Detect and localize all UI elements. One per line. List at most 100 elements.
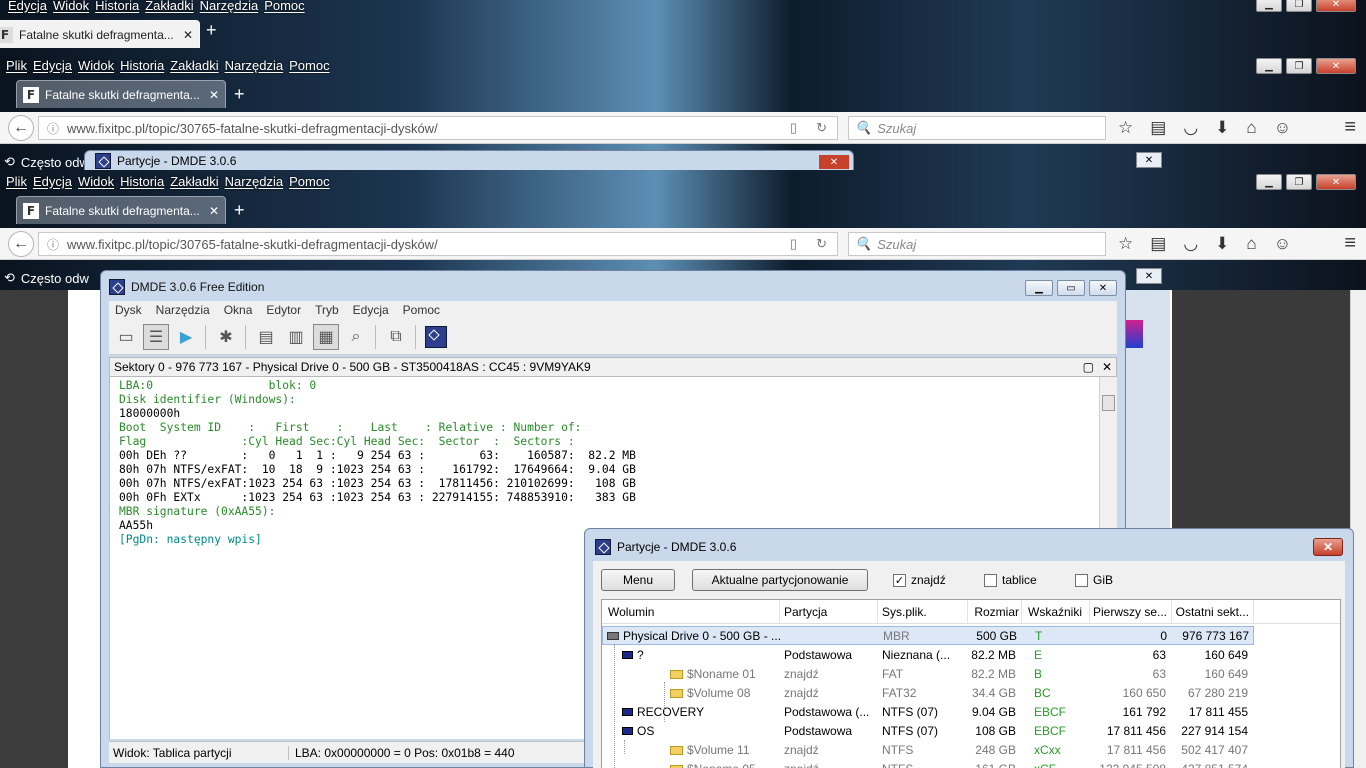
column-header[interactable]: Ostatni sekt... xyxy=(1172,600,1254,623)
tab[interactable]: F Fatalne skutki defragmenta... ✕ xyxy=(16,196,226,224)
table-row[interactable]: $Volume 11 znajdź NTFS 248 GB xCxx 17 811 456… xyxy=(602,740,1254,759)
reader-icon[interactable]: ▯ xyxy=(790,120,797,136)
new-tab-button[interactable]: + xyxy=(234,84,245,105)
menu-narzedzia[interactable]: Narzędzia xyxy=(156,303,210,317)
star-icon[interactable]: ☆ xyxy=(1118,118,1133,138)
dmde-logo-icon[interactable] xyxy=(423,324,449,350)
view-text-icon[interactable]: ▦ xyxy=(313,324,339,350)
star-icon[interactable]: ☆ xyxy=(1118,234,1133,254)
pocket-icon[interactable]: ◡ xyxy=(1183,234,1198,254)
tables-checkbox[interactable]: tablice xyxy=(984,573,1037,587)
menu-item[interactable]: Widok xyxy=(78,58,114,73)
menu-item[interactable]: Edycja xyxy=(33,174,72,189)
new-icon[interactable]: ✱ xyxy=(213,324,239,350)
menu-item[interactable]: Historia xyxy=(120,58,164,73)
menu-dysk[interactable]: Dysk xyxy=(115,303,142,317)
menu-item[interactable]: Widok xyxy=(78,174,114,189)
close-icon[interactable]: ✕ xyxy=(819,155,849,169)
download-icon[interactable]: ⬇ xyxy=(1215,118,1229,138)
bookmarks-icon[interactable]: ▤ xyxy=(1150,118,1166,138)
minimize-button[interactable]: ▁ xyxy=(1256,174,1282,190)
new-tab-button[interactable]: + xyxy=(206,20,217,41)
close-button[interactable]: ✕ xyxy=(1313,538,1343,556)
find-checkbox[interactable]: ✓ znajdź xyxy=(893,573,946,587)
menu-edycja[interactable]: Edycja xyxy=(353,303,389,317)
table-row[interactable]: $Noname 05 znajdźNTFS161 GBxCF122 945 508… xyxy=(602,759,1254,768)
smiley-icon[interactable]: ☺ xyxy=(1274,118,1291,138)
reload-icon[interactable]: ↻ xyxy=(816,236,827,252)
hamburger-menu-icon[interactable]: ≡ xyxy=(1344,116,1356,139)
menu-item[interactable]: Narzędzia xyxy=(225,174,284,189)
bg-window-close[interactable]: ✕ xyxy=(1136,268,1162,284)
menu-edytor[interactable]: Edytor xyxy=(266,303,301,317)
menu-item[interactable]: Historia xyxy=(120,174,164,189)
menu-item[interactable]: Plik xyxy=(6,58,27,73)
menu-item[interactable]: Zakładki xyxy=(170,58,218,73)
search-input[interactable]: 🔍 Szukaj xyxy=(848,232,1106,256)
column-header[interactable]: Wskaźniki xyxy=(1022,600,1090,623)
reload-icon[interactable]: ↻ xyxy=(816,120,827,136)
current-partitioning-button[interactable]: Aktualne partycjonowanie xyxy=(692,569,868,591)
table-row[interactable]: RECOVERY Podstawowa (... NTFS (07) 9.04 GB E… xyxy=(602,702,1254,721)
column-header[interactable]: Partycja xyxy=(780,600,878,623)
maximize-button[interactable]: ❐ xyxy=(1286,174,1312,190)
maximize-button[interactable]: ❐ xyxy=(1286,58,1312,74)
table-row[interactable]: $Volume 08 znajdź FAT32 34.4 GB BC 160 650 67 … xyxy=(602,683,1254,702)
menu-item[interactable]: Zakładki xyxy=(145,0,193,13)
column-header[interactable]: Sys.plik. xyxy=(878,600,968,623)
checkbox-box[interactable] xyxy=(1075,573,1088,587)
bookmarks-icon[interactable]: ▤ xyxy=(1150,234,1166,254)
download-icon[interactable]: ⬇ xyxy=(1215,234,1229,254)
view-tree-icon[interactable]: ▤ xyxy=(253,324,279,350)
menu-item[interactable]: Narzędzia xyxy=(200,0,259,13)
bookmark-item[interactable]: Często odw xyxy=(21,155,89,170)
menu-tryb[interactable]: Tryb xyxy=(315,303,339,317)
windows-icon[interactable]: ⧉ xyxy=(383,324,409,350)
minimize-button[interactable]: ▁ xyxy=(1256,0,1282,12)
menu-item[interactable]: Pomoc xyxy=(264,0,304,13)
close-tab-icon[interactable]: ✕ xyxy=(183,28,193,42)
back-button[interactable]: ← xyxy=(8,231,34,257)
table-row[interactable]: Physical Drive 0 - 500 GB - ... MBR 500 GB… xyxy=(602,626,1254,645)
table-row[interactable]: $Noname 01 znajdź FAT 82.2 MB B 63 160 649 xyxy=(602,664,1254,683)
menu-okna[interactable]: Okna xyxy=(224,303,253,317)
smiley-icon[interactable]: ☺ xyxy=(1274,234,1291,254)
menu-item[interactable]: Pomoc xyxy=(289,58,329,73)
home-icon[interactable]: ⌂ xyxy=(1246,234,1256,254)
view-list-icon[interactable]: ▥ xyxy=(283,324,309,350)
close-tab-icon[interactable]: ✕ xyxy=(209,204,219,218)
search-input[interactable]: 🔍 Szukaj xyxy=(848,116,1106,140)
maximize-panel-icon[interactable]: ▢ xyxy=(1083,360,1094,374)
close-panel-icon[interactable]: ✕ xyxy=(1102,360,1112,374)
pocket-icon[interactable]: ◡ xyxy=(1183,118,1198,138)
table-row[interactable]: OS Podstawowa NTFS (07) 108 GB EBCF 17 811 45… xyxy=(602,721,1254,740)
bookmark-item[interactable]: Często odw xyxy=(21,271,89,286)
url-bar[interactable]: ⓘ www.fixitpc.pl/topic/30765-fatalne-sku… xyxy=(38,116,838,140)
info-icon[interactable]: ⓘ xyxy=(47,120,59,137)
menu-item[interactable]: Widok xyxy=(53,0,89,13)
menu-item[interactable]: Plik xyxy=(6,174,27,189)
close-tab-icon[interactable]: ✕ xyxy=(209,88,219,102)
partitions-icon[interactable]: ☰ xyxy=(143,324,169,350)
menu-item[interactable]: Narzędzia xyxy=(225,58,284,73)
new-tab-button[interactable]: + xyxy=(234,200,245,221)
column-header[interactable]: Wolumin xyxy=(602,600,780,623)
menu-item[interactable]: Edycja xyxy=(8,0,47,13)
info-icon[interactable]: ⓘ xyxy=(47,236,59,253)
menu-item[interactable]: Edycja xyxy=(33,58,72,73)
hamburger-menu-icon[interactable]: ≡ xyxy=(1344,232,1356,255)
menu-item[interactable]: Zakładki xyxy=(170,174,218,189)
close-button[interactable]: ✕ xyxy=(1316,0,1356,12)
minimize-button[interactable]: ▁ xyxy=(1025,280,1053,296)
menu-item[interactable]: Pomoc xyxy=(289,174,329,189)
view-search-icon[interactable]: ⌕ xyxy=(343,324,369,350)
column-header[interactable]: Pierwszy se... xyxy=(1090,600,1172,623)
menu-pomoc[interactable]: Pomoc xyxy=(403,303,440,317)
bg-window-close[interactable]: ✕ xyxy=(1136,152,1162,168)
maximize-button[interactable]: ▭ xyxy=(1057,280,1085,296)
reader-icon[interactable]: ▯ xyxy=(790,236,797,252)
menu-button[interactable]: Menu xyxy=(601,569,675,591)
gib-checkbox[interactable]: GiB xyxy=(1075,573,1113,587)
checkbox-box[interactable] xyxy=(984,573,997,587)
tab[interactable]: F Fatalne skutki defragmenta... ✕ xyxy=(0,20,200,48)
